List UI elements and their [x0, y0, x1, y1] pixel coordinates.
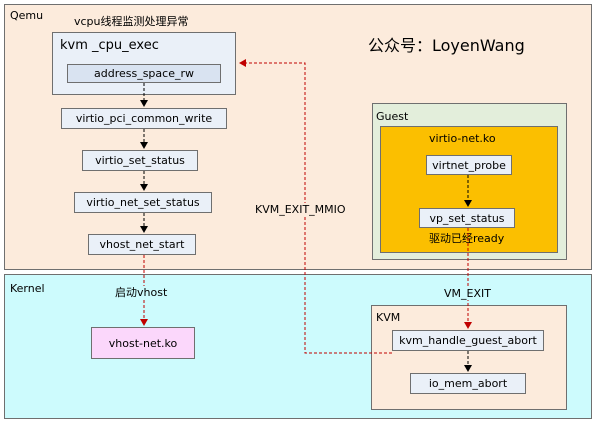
virtio-set-status-node: virtio_set_status — [82, 150, 198, 171]
virtio-net-ko-label: virtio-net.ko — [429, 132, 496, 145]
guest-region-label: Guest — [376, 110, 409, 123]
qemu-region-label: Qemu — [10, 9, 44, 22]
virtio-pci-common-write-node: virtio_pci_common_write — [61, 108, 227, 129]
virtio-net-set-status-node: virtio_net_set_status — [74, 192, 212, 213]
address-space-rw-node: address_space_rw — [67, 64, 221, 83]
io-mem-abort-node: io_mem_abort — [410, 373, 526, 394]
vp-set-status-node: vp_set_status — [419, 208, 515, 228]
kvm-handle-guest-abort-node: kvm_handle_guest_abort — [392, 330, 544, 351]
kernel-region-label: Kernel — [10, 282, 45, 295]
kvm-region — [371, 305, 567, 410]
virtnet-probe-node: virtnet_probe — [426, 155, 512, 175]
driver-ready-label: 驱动已经ready — [429, 232, 505, 245]
kvm-region-label: KVM — [376, 311, 401, 324]
vhost-net-ko-node: vhost-net.ko — [91, 327, 195, 359]
vhost-net-start-node: vhost_net_start — [88, 234, 196, 255]
kvm-exit-mmio-label: KVM_EXIT_MMIO — [254, 203, 347, 216]
watermark: 公众号：LoyenWang — [368, 36, 525, 55]
start-vhost-label: 启动vhost — [114, 286, 169, 299]
vm-exit-label: VM_EXIT — [443, 287, 492, 300]
kvm-cpu-exec-label: kvm _cpu_exec — [60, 38, 159, 53]
vcpu-caption: vcpu线程监测处理异常 — [74, 15, 189, 28]
